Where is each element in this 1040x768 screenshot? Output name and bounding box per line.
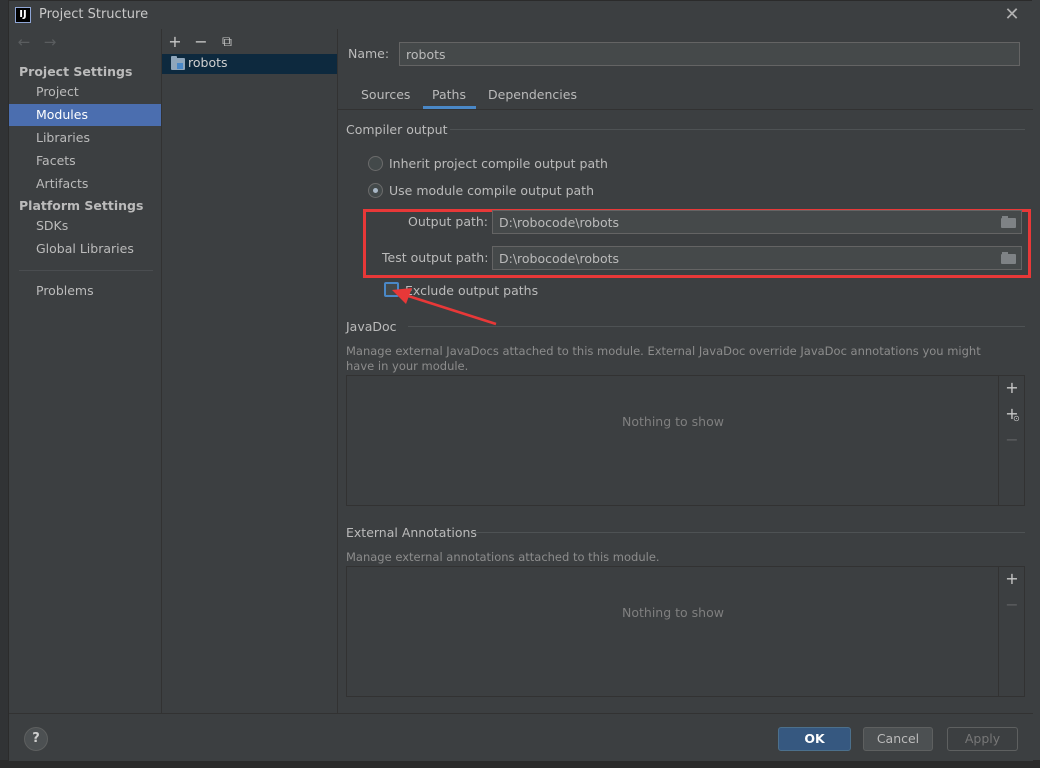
- external-annotations-list[interactable]: Nothing to show + −: [346, 566, 1025, 697]
- help-icon[interactable]: ?: [24, 727, 48, 751]
- project-settings-header: Project Settings: [19, 64, 133, 79]
- add-icon[interactable]: +: [166, 33, 184, 51]
- test-output-path-browse-icon[interactable]: [1001, 252, 1017, 264]
- remove-icon[interactable]: −: [192, 33, 210, 51]
- name-label: Name:: [348, 46, 390, 61]
- module-list-panel: + − ⧉ robots: [162, 29, 338, 713]
- javadoc-divider: [408, 326, 1025, 327]
- javadoc-list[interactable]: Nothing to show + + ⊙ −: [346, 375, 1025, 506]
- cancel-button[interactable]: Cancel: [863, 727, 933, 751]
- external-annotations-list-content: [347, 567, 999, 696]
- close-icon[interactable]: ✕: [1003, 5, 1021, 25]
- compiler-output-divider: [450, 129, 1025, 130]
- test-output-path-input[interactable]: [492, 246, 1022, 270]
- sidebar-item-global-libraries[interactable]: Global Libraries: [9, 238, 161, 260]
- javadoc-title: JavaDoc: [346, 319, 397, 334]
- use-module-output-radio[interactable]: [368, 183, 383, 198]
- external-annotations-empty-text: Nothing to show: [622, 605, 724, 620]
- test-output-path-label: Test output path:: [382, 250, 489, 265]
- background-ide-left: [0, 0, 8, 768]
- module-name-input[interactable]: [399, 42, 1020, 66]
- sidebar-item-artifacts[interactable]: Artifacts: [9, 173, 161, 195]
- external-annotations-add-icon[interactable]: +: [1004, 571, 1020, 587]
- module-folder-icon: [171, 56, 185, 70]
- output-path-input[interactable]: [492, 210, 1022, 234]
- compiler-output-title: Compiler output: [346, 122, 448, 137]
- tab-sources[interactable]: Sources: [361, 87, 410, 109]
- forward-arrow-icon[interactable]: →: [41, 33, 59, 51]
- javadoc-add-icon[interactable]: +: [1004, 380, 1020, 396]
- tab-dependencies[interactable]: Dependencies: [488, 87, 577, 109]
- module-row-robots[interactable]: robots: [162, 54, 337, 74]
- external-annotations-divider: [474, 532, 1025, 533]
- sidebar-item-libraries[interactable]: Libraries: [9, 127, 161, 149]
- background-ide-bottom: [0, 760, 1040, 768]
- dialog-button-bar: ? OK Cancel Apply: [9, 713, 1033, 761]
- apply-button[interactable]: Apply: [947, 727, 1018, 751]
- sidebar-item-modules[interactable]: Modules: [9, 104, 161, 126]
- sidebar-item-problems[interactable]: Problems: [9, 280, 161, 302]
- copy-icon[interactable]: ⧉: [218, 33, 236, 51]
- sidebar-item-sdks[interactable]: SDKs: [9, 215, 161, 237]
- tabs-divider: [338, 109, 1033, 110]
- settings-sidebar: ← → Project Settings Project Modules Lib…: [9, 29, 162, 713]
- javadoc-list-content: [347, 376, 999, 505]
- intellij-logo-icon: IJ: [15, 7, 31, 23]
- inherit-output-radio[interactable]: [368, 156, 383, 171]
- javadoc-description: Manage external JavaDocs attached to thi…: [346, 344, 981, 373]
- javadoc-remove-icon[interactable]: −: [1004, 432, 1020, 448]
- javadoc-add-url-icon[interactable]: + ⊙: [1004, 406, 1020, 424]
- output-path-label: Output path:: [408, 214, 489, 229]
- project-structure-dialog: IJ Project Structure ✕ ← → Project Setti…: [8, 0, 1033, 761]
- external-annotations-description: Manage external annotations attached to …: [346, 550, 660, 564]
- javadoc-empty-text: Nothing to show: [622, 414, 724, 429]
- module-settings-panel: Name: Sources Paths Dependencies Compile…: [338, 29, 1033, 713]
- sidebar-separator: [19, 270, 153, 271]
- back-arrow-icon[interactable]: ←: [15, 33, 33, 51]
- external-annotations-remove-icon[interactable]: −: [1004, 597, 1020, 613]
- inherit-output-label[interactable]: Inherit project compile output path: [389, 156, 608, 171]
- external-annotations-title: External Annotations: [346, 525, 477, 540]
- ok-button[interactable]: OK: [778, 727, 851, 751]
- window-title: Project Structure: [39, 7, 149, 22]
- title-bar: IJ Project Structure ✕: [9, 1, 1033, 29]
- module-label: robots: [188, 55, 228, 70]
- sidebar-item-project[interactable]: Project: [9, 81, 161, 103]
- background-ide-right: [1032, 0, 1040, 768]
- output-path-browse-icon[interactable]: [1001, 216, 1017, 228]
- use-module-output-label[interactable]: Use module compile output path: [389, 183, 594, 198]
- sidebar-item-facets[interactable]: Facets: [9, 150, 161, 172]
- platform-settings-header: Platform Settings: [19, 198, 144, 213]
